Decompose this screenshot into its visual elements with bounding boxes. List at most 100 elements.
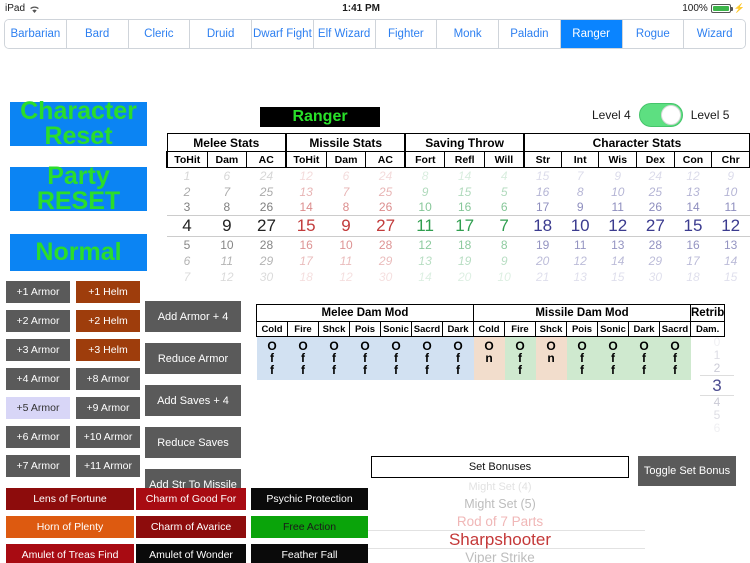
damage-mod-table: Melee Dam Mod Missile Dam Mod Retrib Cold Fi… — [256, 304, 726, 380]
party-reset-button[interactable]: Party RESET — [10, 164, 147, 214]
armor-button-6-armor[interactable]: +6 Armor — [6, 426, 70, 448]
stats-cell: 13 — [724, 237, 738, 252]
missile-dam-toggle-cold[interactable]: On — [473, 336, 505, 380]
class-tab-bar[interactable]: Barbarian Bard Cleric Druid Dwarf Fight Elf W… — [4, 19, 746, 49]
stats-cell: 7 — [223, 184, 231, 199]
class-tab-bard[interactable]: Bard — [66, 20, 129, 48]
level-toggle-switch[interactable] — [638, 103, 683, 127]
missile-dam-toggle-fire[interactable]: Off — [504, 336, 536, 380]
dam-group-header: Missile Dam Mod — [473, 304, 691, 322]
item-button-lens-of-fortune[interactable]: Lens of Fortune — [6, 488, 134, 510]
missile-dam-col-pois: Pois — [566, 321, 598, 337]
missile-dam-col-sacrd: Sacrd — [659, 321, 691, 337]
class-tab-dwarf-fight[interactable]: Dwarf Fight — [252, 20, 314, 48]
armor-button-2-helm[interactable]: +2 Helm — [76, 310, 140, 332]
stats-cell: 18 — [686, 269, 700, 284]
dam-group-header: Retrib — [689, 304, 726, 322]
stats-row[interactable]: 1 6 24 12 6 24 8 14 4 15 7 9 24 12 9 — [167, 168, 750, 184]
item-button-charm-of-avarice[interactable]: Charm of Avarice — [136, 516, 246, 538]
item-button-free-action[interactable]: Free Action — [251, 516, 368, 538]
set-bonus-list[interactable]: Might Set (4) Might Set (5) Rod of 7 Parts… — [355, 479, 645, 563]
missile-dam-toggle-sonic[interactable]: Off — [597, 336, 629, 380]
stats-cell: 9 — [727, 168, 735, 183]
melee-dam-toggle-shck[interactable]: Off — [318, 336, 350, 380]
class-tab-cleric[interactable]: Cleric — [128, 20, 191, 48]
retrib-value[interactable]: 2 — [700, 362, 734, 375]
stats-cell: 16 — [686, 237, 700, 252]
item-button-psychic-protection[interactable]: Psychic Protection — [251, 488, 368, 510]
melee-dam-toggle-cold[interactable]: Off — [256, 336, 288, 380]
set-bonus-item-selected[interactable]: Sharpshooter — [355, 530, 645, 549]
normal-button[interactable]: Normal — [10, 234, 147, 271]
missile-dam-toggle-shck[interactable]: On — [535, 336, 567, 380]
stats-group-header: Saving Throw — [404, 133, 525, 152]
melee-dam-col-dark: Dark — [442, 321, 474, 337]
set-bonus-item[interactable]: Viper Strike — [355, 549, 645, 563]
armor-button-8-armor[interactable]: +8 Armor — [76, 368, 140, 390]
class-tab-ranger[interactable]: Ranger — [560, 20, 623, 48]
action-button-reduce-armor[interactable]: Reduce Armor — [145, 343, 241, 374]
armor-button-1-armor[interactable]: +1 Armor — [6, 281, 70, 303]
melee-dam-toggle-sacrd[interactable]: Off — [411, 336, 443, 380]
class-tab-paladin[interactable]: Paladin — [499, 20, 561, 48]
battery-icon — [710, 3, 733, 13]
missile-dam-toggle-pois[interactable]: Off — [566, 336, 598, 380]
armor-button-11-armor[interactable]: +11 Armor — [76, 455, 140, 477]
stats-cell: 26 — [378, 200, 393, 215]
stats-column-header-wis: Wis — [598, 151, 638, 168]
armor-button-1-helm[interactable]: +1 Helm — [76, 281, 140, 303]
armor-button-4-armor[interactable]: +4 Armor — [6, 368, 70, 390]
stats-row[interactable]: 5 10 28 16 10 28 12 18 8 19 11 13 28 16 13 — [167, 237, 750, 253]
armor-button-9-armor[interactable]: +9 Armor — [76, 397, 140, 419]
armor-button-2-armor[interactable]: +2 Armor — [6, 310, 70, 332]
missile-dam-toggle-dark[interactable]: Off — [628, 336, 660, 380]
toggle-set-bonus-button[interactable]: Toggle Set Bonus — [638, 456, 736, 486]
stats-cell: 15 — [724, 269, 738, 284]
stats-row[interactable]: 7 12 30 18 12 30 14 20 10 21 13 15 30 18 15 — [167, 269, 750, 285]
item-button-amulet-of-treas-find[interactable]: Amulet of Treas Find — [6, 544, 134, 563]
armor-button-5-armor[interactable]: +5 Armor — [6, 397, 70, 419]
class-tab-rogue[interactable]: Rogue — [622, 20, 685, 48]
armor-button-3-helm[interactable]: +3 Helm — [76, 339, 140, 361]
armor-button-10-armor[interactable]: +10 Armor — [76, 426, 140, 448]
class-tab-elf-wizard[interactable]: Elf Wizard — [313, 20, 376, 48]
stats-cell: 29 — [378, 253, 393, 268]
stats-cell: 8 — [223, 200, 231, 215]
melee-dam-toggle-sonic[interactable]: Off — [380, 336, 412, 380]
class-tab-wizard[interactable]: Wizard — [684, 20, 745, 48]
action-button-reduce-saves[interactable]: Reduce Saves — [145, 427, 241, 458]
missile-dam-toggle-sacrd[interactable]: Off — [659, 336, 691, 380]
item-button-horn-of-plenty[interactable]: Horn of Plenty — [6, 516, 134, 538]
class-tab-monk[interactable]: Monk — [437, 20, 499, 48]
stats-cell: 15 — [457, 184, 472, 199]
set-bonuses-box[interactable]: Set Bonuses — [371, 456, 629, 478]
missile-dam-col-sonic: Sonic — [597, 321, 629, 337]
item-button-charm-of-good-for[interactable]: Charm of Good For — [136, 488, 246, 510]
melee-dam-toggle-pois[interactable]: Off — [349, 336, 381, 380]
stats-row[interactable]: 3 8 26 14 8 26 10 16 6 17 9 11 26 14 11 — [167, 200, 750, 216]
class-tab-barbarian[interactable]: Barbarian — [5, 20, 67, 48]
item-button-amulet-of-wonder[interactable]: Amulet of Wonder — [136, 544, 246, 563]
stats-cell: 16 — [535, 184, 550, 199]
set-bonus-item[interactable]: Rod of 7 Parts — [355, 513, 645, 530]
set-bonus-item[interactable]: Might Set (5) — [355, 496, 645, 513]
melee-dam-toggle-fire[interactable]: Off — [287, 336, 319, 380]
retrib-value-selected[interactable]: 3 — [700, 375, 734, 396]
action-button-add-saves-4[interactable]: Add Saves + 4 — [145, 385, 241, 416]
retrib-damage-column[interactable]: 0123456 — [700, 336, 734, 435]
set-bonus-item[interactable]: Might Set (4) — [355, 479, 645, 496]
stats-row[interactable]: 2 7 25 13 7 25 9 15 5 16 8 10 25 13 10 — [167, 184, 750, 200]
stats-row[interactable]: 6 11 29 17 11 29 13 19 9 20 12 14 29 17 14 — [167, 253, 750, 269]
class-tab-druid[interactable]: Druid — [190, 20, 252, 48]
item-button-feather-fall[interactable]: Feather Fall — [251, 544, 368, 563]
action-button-add-armor-4[interactable]: Add Armor + 4 — [145, 301, 241, 332]
class-tab-fighter[interactable]: Fighter — [375, 20, 438, 48]
stats-cell: 21 — [535, 269, 550, 284]
stats-cell: 13 — [686, 184, 700, 199]
stats-row-selected[interactable]: 4 9 27 15 9 27 11 17 7 18 10 12 27 15 12 — [167, 215, 750, 237]
melee-dam-toggle-dark[interactable]: Off — [442, 336, 474, 380]
armor-button-3-armor[interactable]: +3 Armor — [6, 339, 70, 361]
armor-button-7-armor[interactable]: +7 Armor — [6, 455, 70, 477]
retrib-value[interactable]: 6 — [700, 422, 734, 435]
character-reset-button[interactable]: Character Reset — [10, 99, 147, 149]
